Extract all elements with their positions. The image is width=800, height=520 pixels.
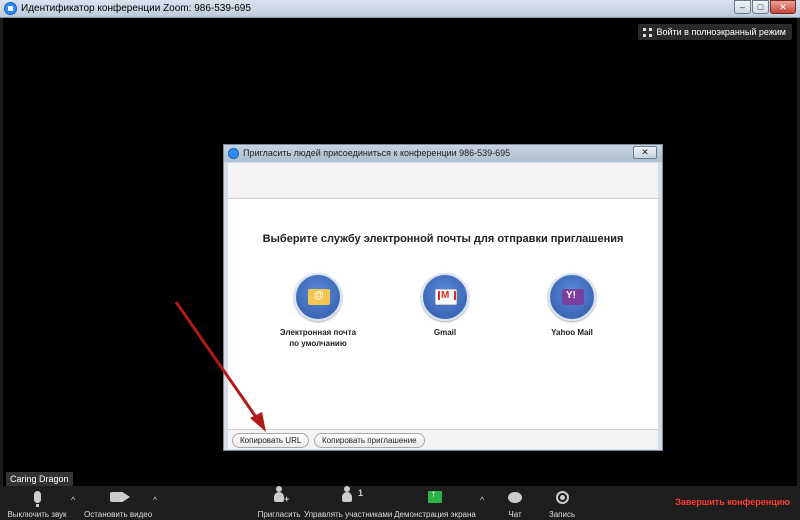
fullscreen-button[interactable]: Войти в полноэкранный режим bbox=[637, 24, 792, 40]
window-controls: – □ ✕ bbox=[733, 0, 796, 14]
dialog-titlebar: Пригласить людей присоединиться к конфер… bbox=[224, 145, 662, 162]
participant-name-tag: Caring Dragon bbox=[6, 472, 73, 486]
invite-dialog: Пригласить людей присоединиться к конфер… bbox=[223, 144, 663, 451]
close-button[interactable]: ✕ bbox=[770, 0, 796, 14]
video-options-caret[interactable]: ^ bbox=[153, 495, 157, 505]
window-title: Идентификатор конференции Zoom: 986-539-… bbox=[21, 3, 251, 14]
end-meeting-button[interactable]: Завершить конференцию bbox=[675, 497, 790, 507]
yahoo-mail-icon[interactable] bbox=[548, 273, 596, 321]
video-camera-icon bbox=[110, 492, 130, 502]
share-screen-icon bbox=[428, 489, 442, 503]
yahoo-mail-option[interactable]: Yahoo Mail bbox=[522, 273, 622, 338]
record-button[interactable]: Запись bbox=[546, 486, 578, 520]
meeting-toolbar: Выключить звук ^ Остановить видео ^ + Пр… bbox=[0, 486, 800, 520]
dialog-title: Пригласить людей присоединиться к конфер… bbox=[243, 148, 511, 158]
minimize-button[interactable]: – bbox=[734, 0, 751, 14]
copy-invitation-button[interactable]: Копировать приглашение bbox=[314, 433, 425, 448]
gmail-label: Gmail bbox=[433, 328, 457, 337]
chat-bubble-icon bbox=[508, 491, 522, 503]
invite-person-icon bbox=[274, 486, 284, 502]
chat-button[interactable]: Чат bbox=[500, 486, 530, 520]
default-email-option[interactable]: Электронная почта по умолчанию bbox=[268, 273, 368, 349]
zoom-dialog-icon bbox=[228, 148, 239, 159]
dialog-content: Выберите службу электронной почты для от… bbox=[228, 199, 658, 429]
record-icon bbox=[555, 490, 569, 504]
participants-icon bbox=[342, 486, 352, 502]
default-email-label: Электронная почта по умолчанию bbox=[279, 328, 357, 348]
stop-video-label: Остановить видео bbox=[84, 510, 153, 519]
fullscreen-label: Войти в полноэкранный режим bbox=[656, 27, 787, 37]
dialog-tab-band bbox=[228, 163, 658, 199]
left-border bbox=[0, 18, 3, 488]
audio-options-caret[interactable]: ^ bbox=[71, 495, 75, 505]
dialog-heading: Выберите службу электронной почты для от… bbox=[262, 233, 624, 245]
share-screen-button[interactable]: Демонстрация экрана bbox=[394, 486, 476, 520]
share-screen-label: Демонстрация экрана bbox=[394, 510, 476, 519]
gmail-icon[interactable] bbox=[421, 273, 469, 321]
invite-label: Пригласить bbox=[257, 510, 301, 519]
fullscreen-icon bbox=[642, 27, 652, 37]
mute-button[interactable]: Выключить звук bbox=[6, 486, 68, 520]
mute-label: Выключить звук bbox=[7, 510, 67, 519]
manage-participants-label: Управлять участниками bbox=[304, 510, 393, 519]
share-options-caret[interactable]: ^ bbox=[480, 495, 484, 505]
invite-button[interactable]: + Пригласить bbox=[256, 486, 302, 520]
dialog-close-button[interactable]: ✕ bbox=[633, 146, 657, 159]
stop-video-button[interactable]: Остановить видео bbox=[84, 486, 153, 520]
manage-participants-button[interactable]: 1 Управлять участниками bbox=[304, 486, 393, 520]
dialog-footer: Копировать URL Копировать приглашение bbox=[228, 429, 658, 449]
record-label: Запись bbox=[548, 510, 576, 519]
copy-url-button[interactable]: Копировать URL bbox=[232, 433, 310, 448]
default-email-icon[interactable] bbox=[294, 273, 342, 321]
gmail-option[interactable]: Gmail bbox=[395, 273, 495, 338]
yahoo-mail-label: Yahoo Mail bbox=[551, 328, 593, 337]
participants-count: 1 bbox=[358, 488, 364, 498]
chat-label: Чат bbox=[508, 510, 522, 519]
microphone-icon bbox=[33, 491, 41, 507]
zoom-app-icon bbox=[4, 2, 17, 15]
window-titlebar: Идентификатор конференции Zoom: 986-539-… bbox=[0, 0, 800, 18]
maximize-button[interactable]: □ bbox=[752, 0, 769, 14]
